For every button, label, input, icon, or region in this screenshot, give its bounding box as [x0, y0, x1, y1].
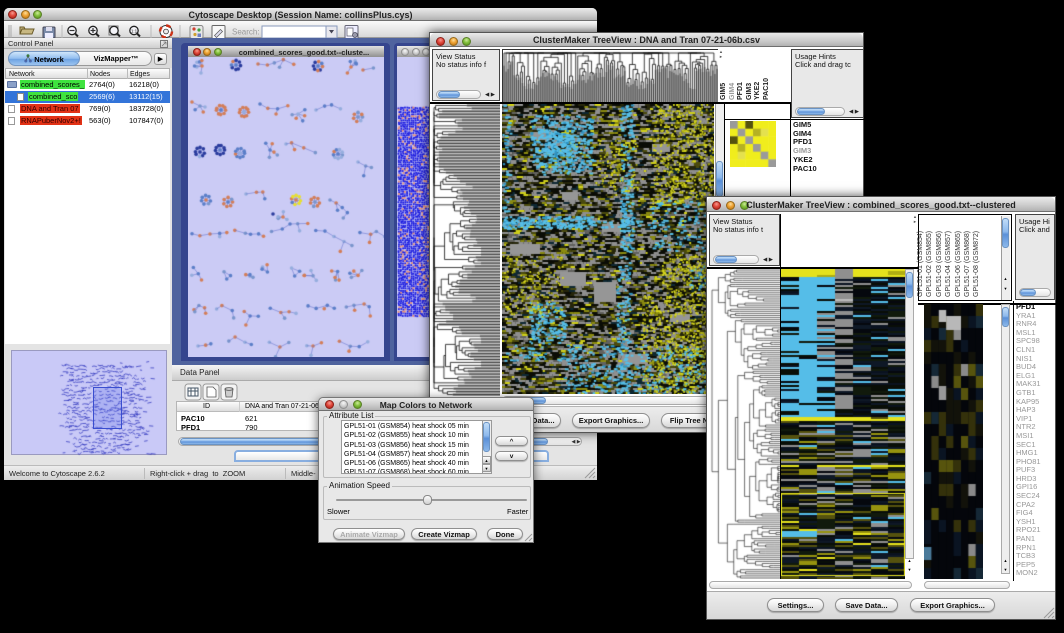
svg-text:1:1: 1:1 — [131, 29, 138, 34]
svg-text:Search:: Search: — [232, 28, 260, 37]
